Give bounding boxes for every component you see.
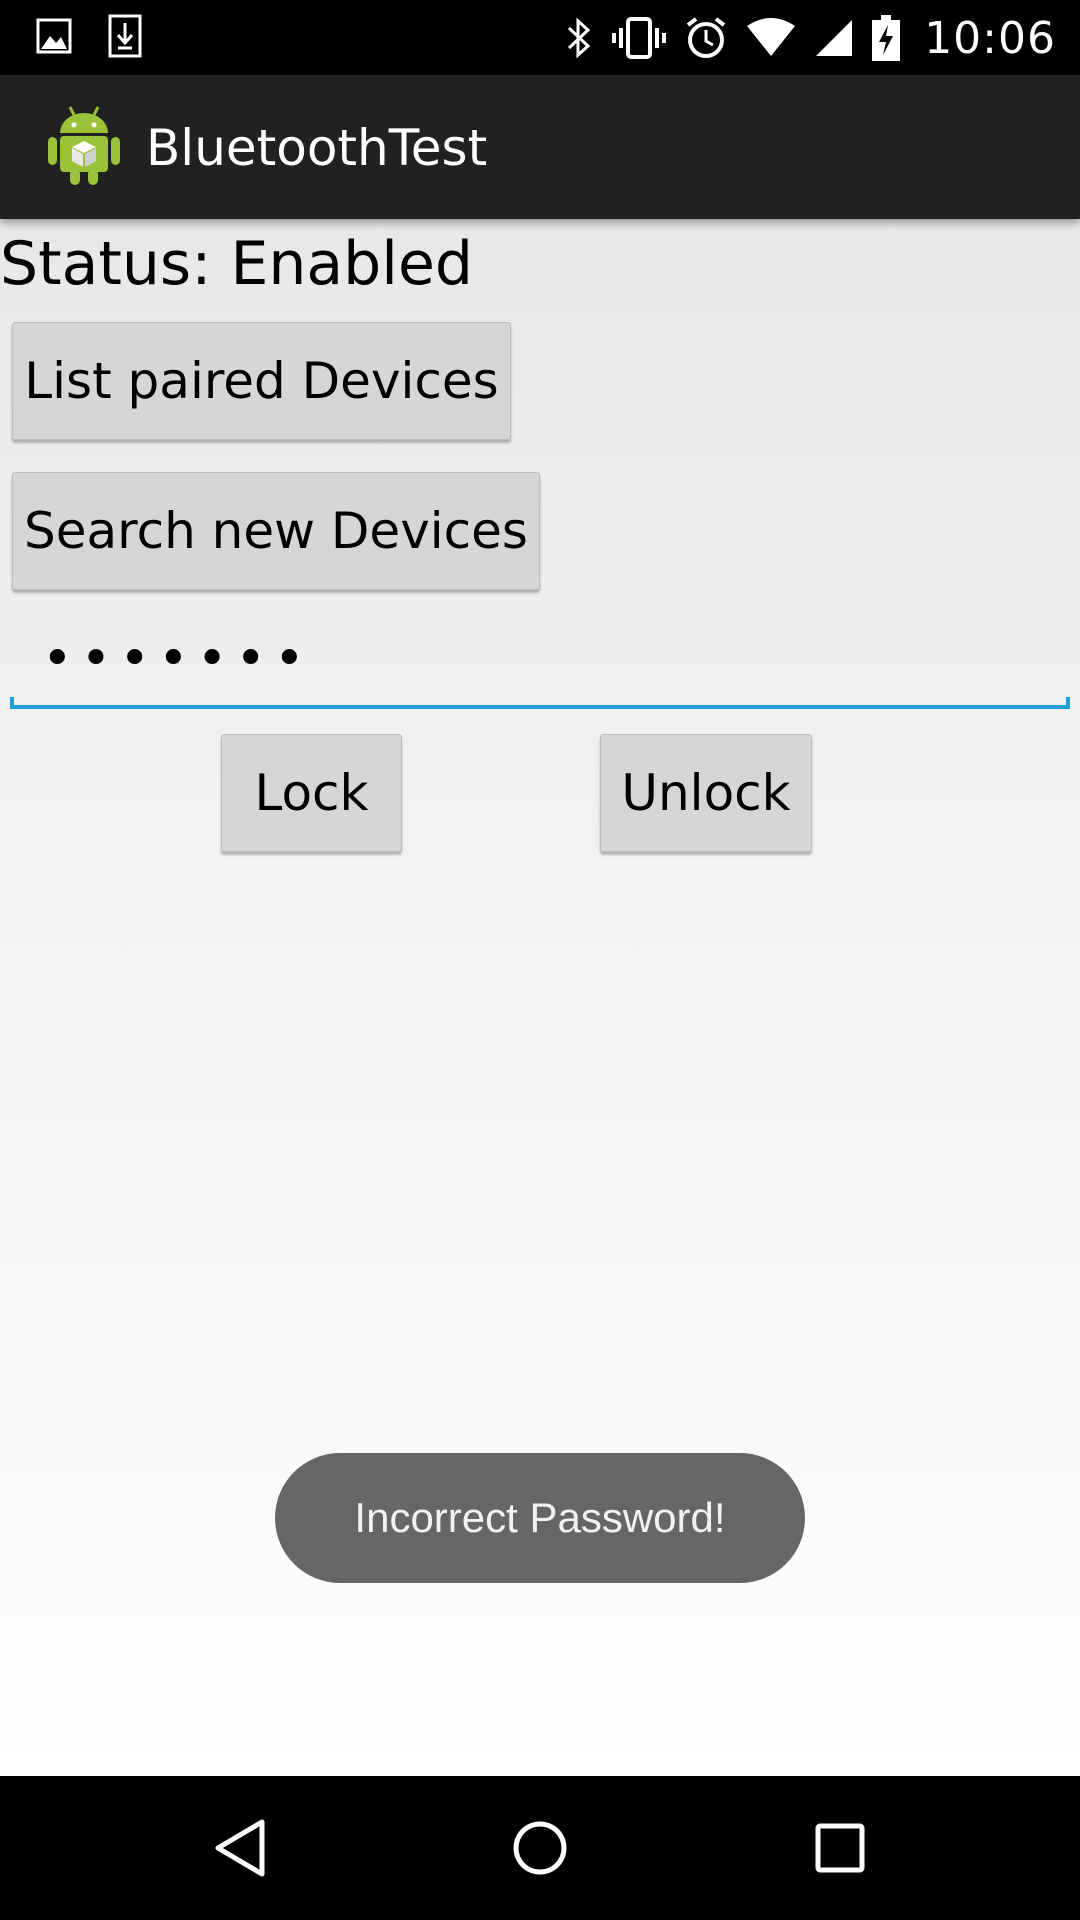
password-value: ••••••• [42,629,313,689]
wifi-icon [746,18,796,58]
battery-charging-icon [872,15,901,61]
recents-icon[interactable] [800,1812,880,1884]
toast-message: Incorrect Password! [275,1453,805,1583]
clock: 10:06 [924,12,1056,64]
bluetooth-icon [564,16,594,60]
search-new-devices-button[interactable]: Search new Devices [12,472,540,590]
unlock-button[interactable]: Unlock [600,734,812,852]
status-label: Status: Enabled [0,229,473,299]
vibrate-icon [612,16,667,60]
status-bar: 10:06 [0,0,1080,75]
list-paired-devices-button[interactable]: List paired Devices [12,322,511,440]
lock-button[interactable]: Lock [221,734,402,852]
main-content: Status: Enabled List paired Devices Sear… [0,219,1080,1776]
alarm-icon [684,16,728,60]
image-icon [36,14,72,58]
home-icon[interactable] [500,1812,580,1884]
app-title: BluetoothTest [146,119,488,177]
download-icon [108,14,142,58]
action-bar: BluetoothTest [0,75,1080,219]
navigation-bar [0,1776,1080,1920]
password-input[interactable]: ••••••• [10,609,1070,709]
android-robot-icon [46,103,122,191]
signal-icon [814,18,854,58]
back-icon[interactable] [200,1812,280,1884]
